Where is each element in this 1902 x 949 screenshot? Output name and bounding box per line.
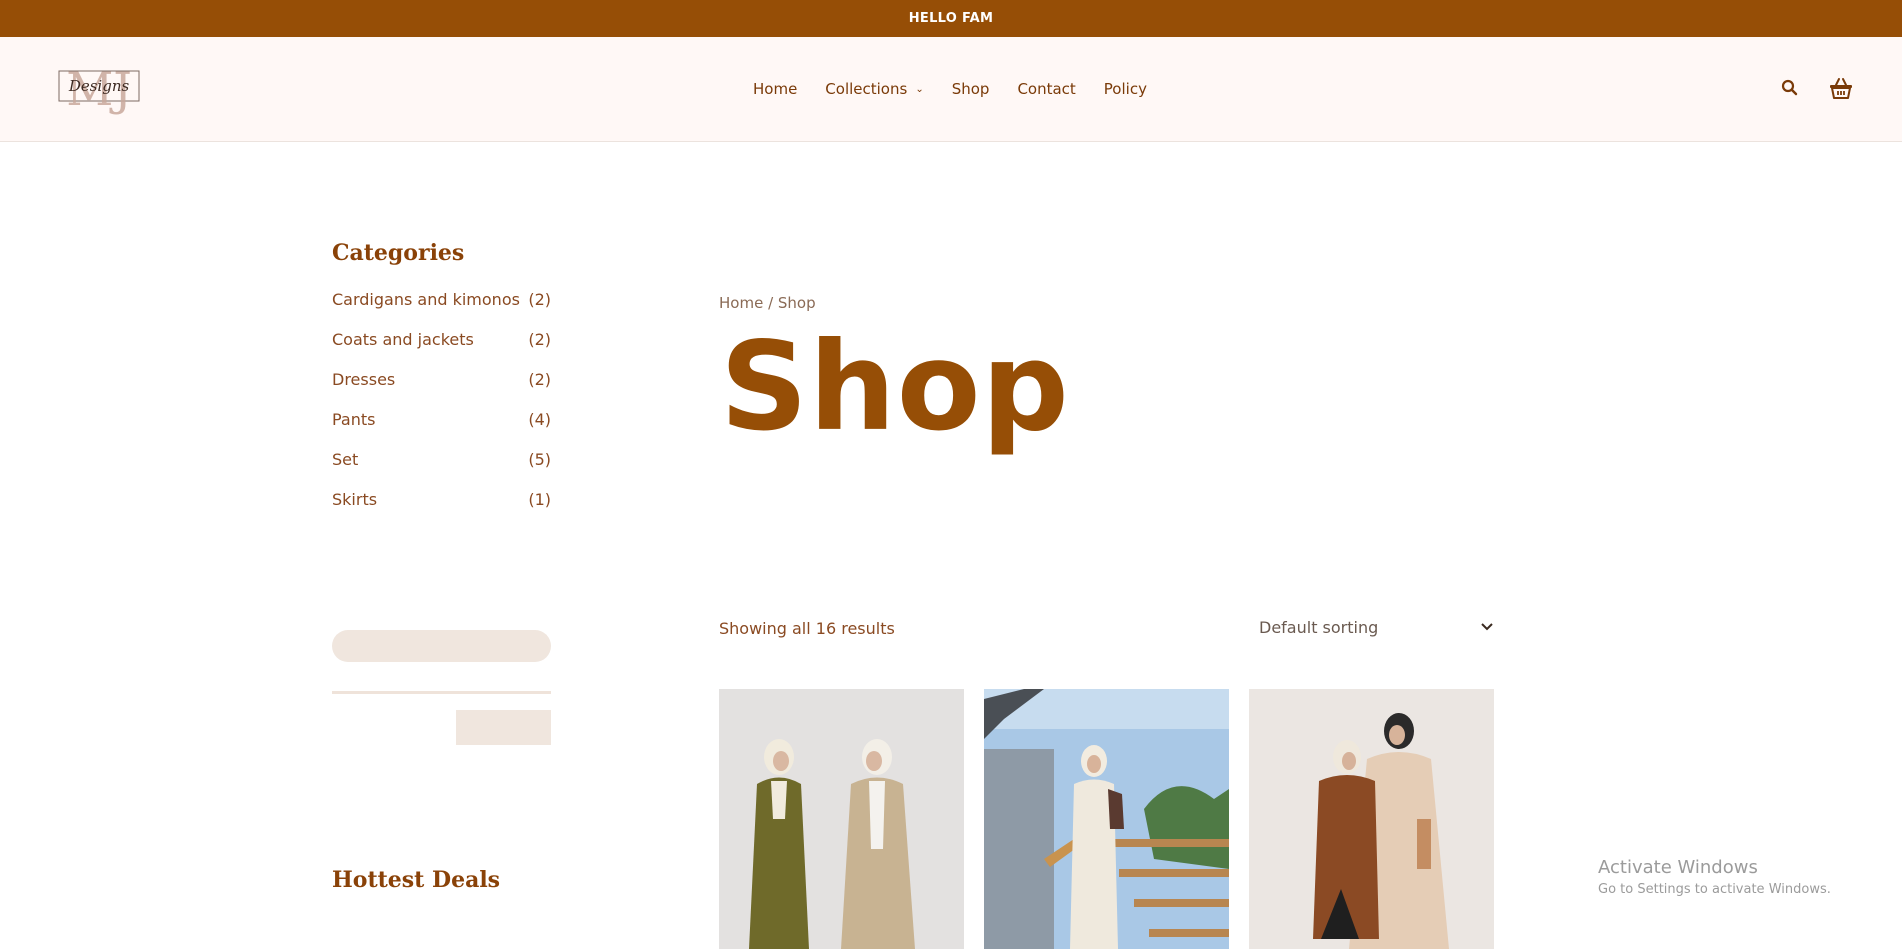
product-card[interactable] [1249, 689, 1494, 949]
announcement-text: HELLO FAM [908, 11, 994, 26]
breadcrumb-current: Shop [777, 294, 816, 312]
category-count: (2) [528, 330, 551, 349]
page-title: Shop [720, 316, 1070, 458]
nav-item-label: Policy [1103, 80, 1147, 98]
hottest-deals-heading: Hottest Deals [332, 867, 501, 893]
price-filter-track-placeholder [332, 691, 551, 694]
product-image-model-on-stairs [984, 689, 1229, 949]
product-card[interactable] [984, 689, 1229, 949]
category-item[interactable]: Coats and jackets (2) [332, 330, 551, 370]
nav-item-label: Collections [825, 80, 908, 98]
category-count: (2) [528, 290, 551, 309]
nav-item-label: Contact [1017, 80, 1076, 98]
logo-icon: MJ Designs [58, 62, 140, 116]
category-item[interactable]: Pants (4) [332, 410, 551, 450]
product-image-two-models-ponchos [1249, 689, 1494, 949]
category-item[interactable]: Set (5) [332, 450, 551, 490]
nav-item-home[interactable]: Home [753, 80, 797, 98]
watermark-subtitle: Go to Settings to activate Windows. [1598, 882, 1831, 897]
category-label: Pants [332, 410, 376, 429]
category-count: (2) [528, 370, 551, 389]
announcement-bar: HELLO FAM [0, 0, 1902, 37]
nav-item-contact[interactable]: Contact [1017, 80, 1075, 98]
site-logo[interactable]: MJ Designs [57, 61, 141, 119]
sort-select[interactable]: Default sorting [1259, 612, 1494, 642]
nav-item-shop[interactable]: Shop [952, 80, 990, 98]
categories-list: Cardigans and kimonos (2) Coats and jack… [332, 290, 551, 530]
chevron-down-icon [1481, 623, 1493, 631]
category-label: Set [332, 450, 359, 469]
windows-activation-watermark: Activate Windows Go to Settings to activ… [1598, 857, 1831, 897]
category-count: (5) [528, 450, 551, 469]
category-item[interactable]: Dresses (2) [332, 370, 551, 410]
nav-item-collections[interactable]: Collections ⌄ [825, 80, 923, 98]
results-count: Showing all 16 results [719, 619, 895, 638]
category-label: Skirts [332, 490, 378, 509]
breadcrumb-home-link[interactable]: Home [719, 294, 763, 312]
filter-button-placeholder [456, 710, 551, 745]
product-card[interactable] [719, 689, 964, 949]
breadcrumb: Home / Shop [719, 294, 816, 312]
categories-heading: Categories [332, 240, 465, 266]
category-label: Coats and jackets [332, 330, 474, 349]
sort-selected-value: Default sorting [1259, 617, 1379, 637]
nav-item-label: Home [753, 80, 798, 98]
category-label: Cardigans and kimonos [332, 290, 520, 309]
chevron-down-icon: ⌄ [915, 83, 924, 95]
nav-item-label: Shop [951, 80, 990, 98]
watermark-title: Activate Windows [1598, 857, 1758, 878]
category-item[interactable]: Cardigans and kimonos (2) [332, 290, 551, 330]
cart-icon[interactable] [1828, 75, 1854, 101]
svg-text:Designs: Designs [68, 77, 130, 95]
breadcrumb-separator: / [763, 294, 778, 312]
price-filter-slider-placeholder [332, 630, 551, 662]
search-icon[interactable] [1780, 78, 1800, 98]
product-image-two-models-coats [719, 689, 964, 949]
nav-item-policy[interactable]: Policy [1104, 80, 1147, 98]
category-item[interactable]: Skirts (1) [332, 490, 551, 530]
category-label: Dresses [332, 370, 396, 389]
category-count: (1) [528, 490, 551, 509]
main-nav: Home Collections ⌄ Shop Contact Policy [753, 80, 1175, 98]
site-header: MJ Designs Home Collections ⌄ Shop Conta… [0, 37, 1902, 142]
category-count: (4) [528, 410, 551, 429]
